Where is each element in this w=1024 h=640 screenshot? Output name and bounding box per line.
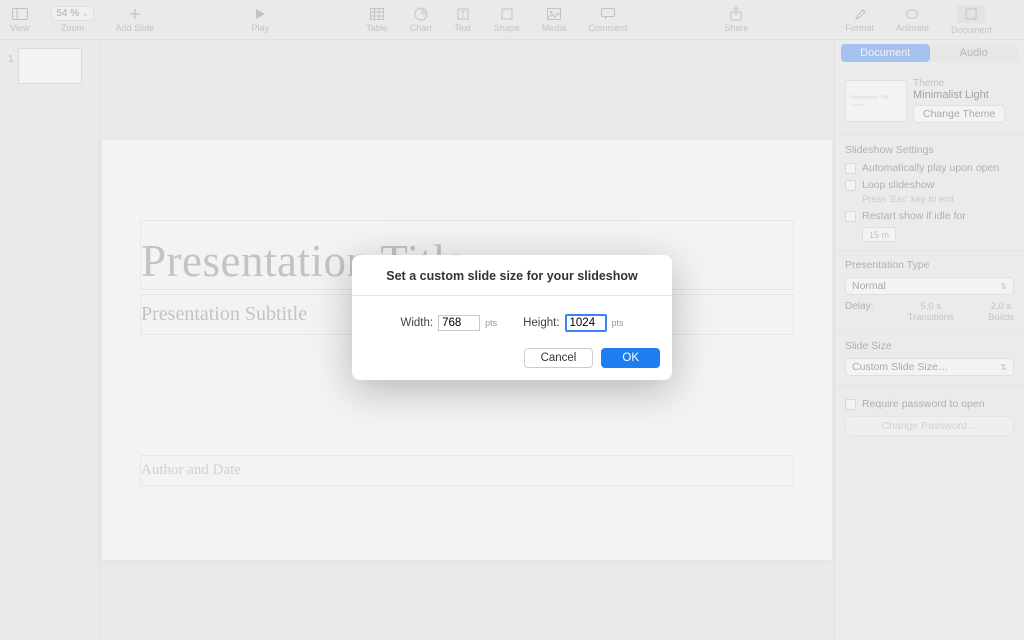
modal-overlay: Set a custom slide size for your slidesh… xyxy=(0,0,1024,640)
width-unit: pts xyxy=(485,318,497,328)
slide-size-dialog: Set a custom slide size for your slidesh… xyxy=(352,255,672,380)
width-input[interactable] xyxy=(438,315,480,331)
height-input[interactable] xyxy=(565,314,607,332)
height-unit: pts xyxy=(612,318,624,328)
width-label: Width: xyxy=(400,317,433,329)
height-label: Height: xyxy=(523,317,559,329)
dialog-title: Set a custom slide size for your slidesh… xyxy=(352,255,672,295)
ok-button[interactable]: OK xyxy=(601,348,660,368)
cancel-button[interactable]: Cancel xyxy=(524,348,594,368)
